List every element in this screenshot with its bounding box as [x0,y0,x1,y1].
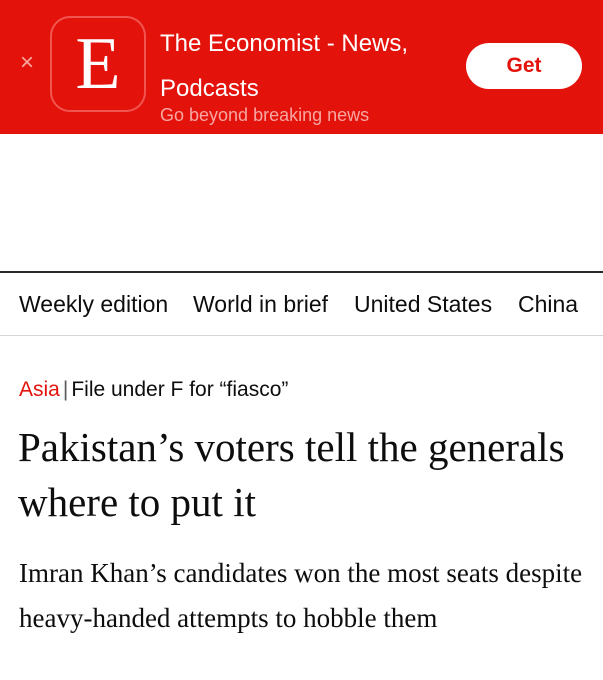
nav-item-world-in-brief[interactable]: World in brief [193,291,328,318]
app-title: The Economist - News, Podcasts [160,30,409,102]
section-nav: Weekly edition World in brief United Sta… [0,271,603,336]
blank-ad-slot [0,134,603,271]
nav-item-china[interactable]: China [518,291,578,318]
nav-item-weekly-edition[interactable]: Weekly edition [19,291,168,318]
article-rubric: Asia | File under F for “fiasco” [19,378,288,402]
rubric-separator: | [62,378,69,401]
fly-title: File under F for “fiasco” [71,378,289,401]
economist-app-icon[interactable]: E [50,16,146,112]
nav-item-united-states[interactable]: United States [354,291,492,318]
article-headline: Pakistan’s voters tell the generals wher… [18,424,565,525]
section-link[interactable]: Asia [19,378,60,401]
close-icon[interactable]: × [16,51,38,75]
app-subtitle: Go beyond breaking news [160,105,370,125]
article-standfirst: Imran Khan’s candidates won the most sea… [19,558,583,633]
app-install-banner: × E The Economist - News, Podcasts Go be… [0,0,603,134]
get-app-button[interactable]: Get [466,43,582,89]
